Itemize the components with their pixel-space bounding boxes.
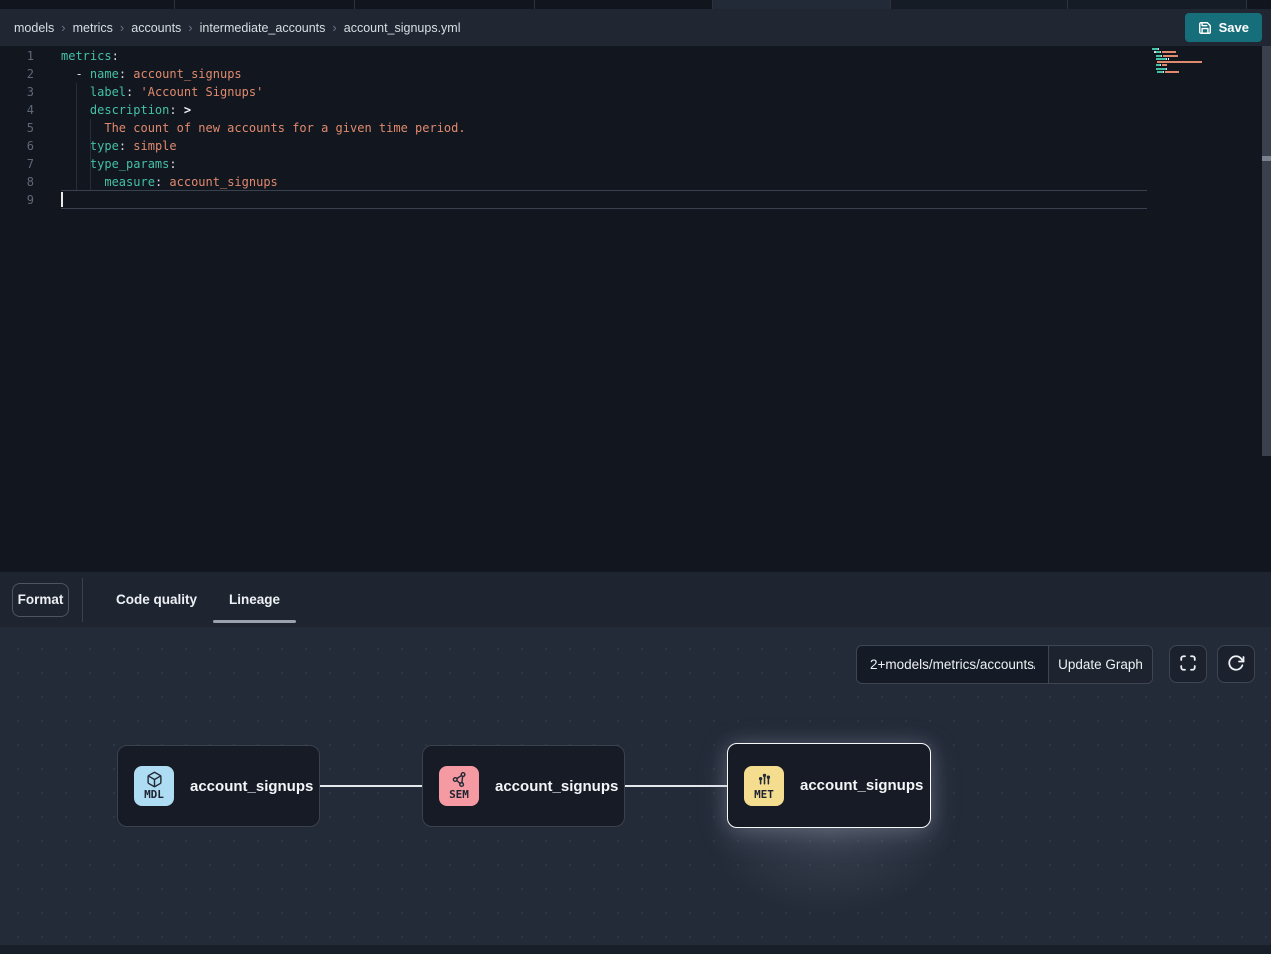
chevron-right-icon: ›	[181, 20, 199, 35]
node-label: account_signups	[190, 778, 313, 795]
code-line[interactable]: 8 measure: account_signups	[0, 173, 1271, 191]
code-editor[interactable]: 1metrics:2 - name: account_signups3 labe…	[0, 46, 1271, 572]
save-icon	[1198, 21, 1212, 35]
line-number: 1	[0, 47, 34, 65]
breadcrumb-item[interactable]: accounts	[131, 21, 181, 35]
breadcrumb-item[interactable]: account_signups.yml	[344, 21, 461, 35]
node-label: account_signups	[800, 777, 923, 794]
breadcrumb: models›metrics›accounts›intermediate_acc…	[14, 20, 461, 35]
chevron-right-icon: ›	[54, 20, 72, 35]
line-number: 5	[0, 119, 34, 137]
metric-icon	[756, 771, 773, 788]
line-number: 4	[0, 101, 34, 119]
code-line[interactable]: 5 The count of new accounts for a given …	[0, 119, 1271, 137]
indent-guide	[90, 119, 91, 191]
editor-tab[interactable]	[0, 0, 175, 9]
editor-tab[interactable]	[175, 0, 355, 9]
minimap[interactable]	[1152, 48, 1210, 78]
editor-tab-strip	[0, 0, 1271, 9]
chevron-right-icon: ›	[113, 20, 131, 35]
node-badge-label: SEM	[449, 789, 469, 801]
editor-scrollbar[interactable]	[1262, 46, 1271, 456]
fullscreen-icon	[1179, 654, 1197, 675]
code-line[interactable]: 1metrics:	[0, 47, 1271, 65]
cube-icon	[146, 771, 163, 788]
breadcrumb-item[interactable]: intermediate_accounts	[200, 21, 326, 35]
fullscreen-button[interactable]	[1169, 645, 1207, 683]
save-button-label: Save	[1219, 20, 1249, 35]
line-number: 8	[0, 173, 34, 191]
breadcrumb-item[interactable]: metrics	[73, 21, 113, 35]
lineage-node-mdl[interactable]: MDL account_signups	[117, 745, 320, 827]
current-line-highlight	[61, 190, 1147, 209]
code-line[interactable]: 2 - name: account_signups	[0, 65, 1271, 83]
line-number: 6	[0, 137, 34, 155]
semantic-icon	[451, 771, 468, 788]
line-number: 9	[0, 191, 34, 209]
refresh-button[interactable]	[1217, 645, 1255, 683]
tab-code-quality[interactable]: Code quality	[100, 572, 213, 627]
breadcrumb-item[interactable]: models	[14, 21, 54, 35]
lineage-canvas[interactable]: MDL account_signups SEM account_signups	[0, 627, 1271, 945]
editor-tab[interactable]	[535, 0, 713, 9]
panel-tabs: Code qualityLineage	[100, 572, 296, 627]
text-cursor	[61, 192, 63, 207]
code-line[interactable]: 7 type_params:	[0, 155, 1271, 173]
lineage-edge	[320, 785, 422, 787]
window-footer	[0, 945, 1271, 954]
lineage-node-sem[interactable]: SEM account_signups	[422, 745, 625, 827]
node-badge: MDL	[134, 766, 174, 806]
scrollbar-marker	[1262, 156, 1271, 161]
lineage-selector-group: Update Graph	[856, 645, 1153, 684]
node-badge-label: MET	[754, 789, 774, 801]
line-number: 2	[0, 65, 34, 83]
code-line[interactable]: 6 type: simple	[0, 137, 1271, 155]
indent-guide	[76, 83, 77, 191]
breadcrumb-bar: models›metrics›accounts›intermediate_acc…	[0, 9, 1271, 46]
editor-tab[interactable]	[1068, 0, 1247, 9]
editor-tab[interactable]	[355, 0, 535, 9]
tab-lineage[interactable]: Lineage	[213, 572, 296, 627]
refresh-icon	[1227, 654, 1245, 675]
lineage-selector-input[interactable]	[857, 646, 1048, 683]
line-number: 7	[0, 155, 34, 173]
editor-tab[interactable]	[891, 0, 1068, 9]
app-window: models›metrics›accounts›intermediate_acc…	[0, 0, 1271, 954]
lineage-node-met[interactable]: MET account_signups	[727, 743, 931, 828]
format-button[interactable]: Format	[12, 583, 69, 617]
chevron-right-icon: ›	[325, 20, 343, 35]
bottom-panel-bar: Format Code qualityLineage	[0, 572, 1271, 627]
code-line[interactable]: 4 description: >	[0, 101, 1271, 119]
code-line[interactable]: 3 label: 'Account Signups'	[0, 83, 1271, 101]
editor-tab[interactable]	[713, 0, 891, 9]
node-badge: MET	[744, 766, 784, 806]
line-number: 3	[0, 83, 34, 101]
panel-divider	[82, 578, 83, 622]
editor-tab[interactable]	[1247, 0, 1271, 9]
update-graph-button[interactable]: Update Graph	[1048, 646, 1152, 683]
node-label: account_signups	[495, 778, 618, 795]
save-button[interactable]: Save	[1185, 13, 1262, 42]
node-badge: SEM	[439, 766, 479, 806]
lineage-edge	[625, 785, 727, 787]
node-badge-label: MDL	[144, 789, 164, 801]
